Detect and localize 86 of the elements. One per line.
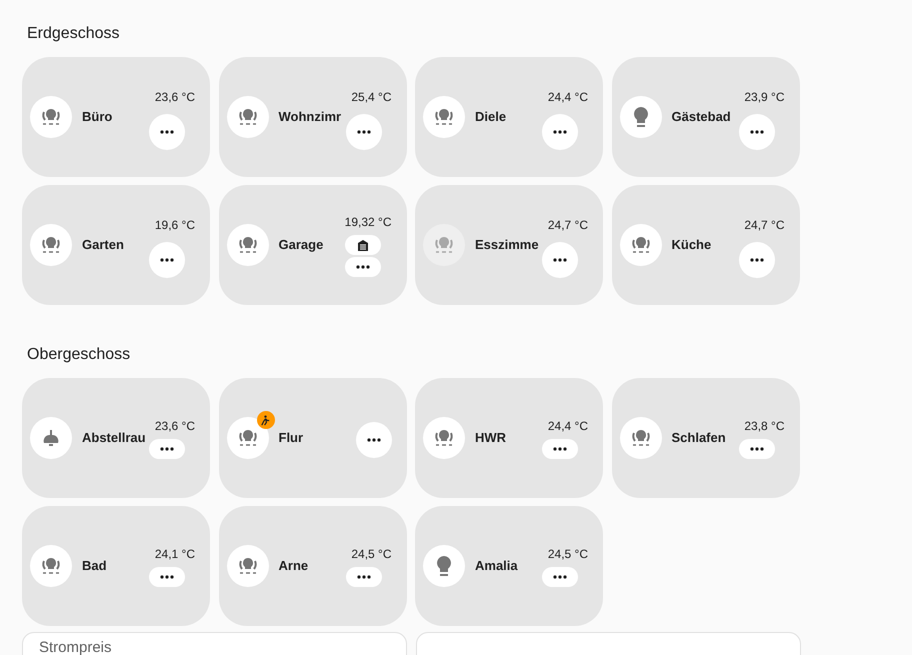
room-card[interactable]: Schlafen 23,8 °C: [612, 378, 800, 498]
more-icon: [553, 130, 567, 134]
room-name: Schlafen: [672, 429, 727, 448]
more-icon: [356, 265, 370, 269]
room-card[interactable]: Diele 24,4 °C: [415, 57, 603, 177]
lightbulb-group-icon: [40, 557, 62, 575]
room-name: Flur: [278, 429, 304, 448]
temperature: 24,1 °C: [154, 546, 195, 563]
room-card[interactable]: Amalia 24,5 °C: [415, 506, 603, 626]
more-icon: [160, 258, 174, 262]
room-card[interactable]: Bad 24,1 °C: [22, 506, 210, 626]
more-icon: [553, 575, 567, 579]
temperature: 24,7 °C: [744, 217, 784, 234]
lightbulb-group-icon: [630, 429, 652, 447]
more-button[interactable]: [149, 439, 185, 459]
room-card[interactable]: Büro 23,6 °C: [22, 57, 210, 177]
temperature: 24,4 °C: [548, 89, 588, 106]
room-card[interactable]: Flur: [218, 378, 406, 498]
lightbulb-icon: [632, 106, 648, 128]
room-name: Garten: [82, 236, 125, 254]
temperature: 25,4 °C: [351, 89, 392, 106]
lightbulb-group-icon: [433, 108, 455, 126]
more-icon: [366, 438, 380, 442]
room-name: Büro: [82, 108, 114, 126]
more-icon: [750, 130, 764, 134]
temperature: 24,4 °C: [548, 418, 588, 435]
room-card[interactable]: Arne 24,5 °C: [218, 506, 406, 626]
more-button[interactable]: [345, 257, 382, 277]
room-name: Abstellrau: [82, 429, 147, 448]
temperature: 23,8 °C: [744, 418, 784, 435]
more-button[interactable]: [542, 439, 578, 459]
room-name: Esszimme: [475, 236, 540, 254]
room-card[interactable]: Küche 24,7 °C: [612, 185, 800, 305]
more-icon: [553, 447, 567, 451]
room-name: Garage: [278, 236, 324, 254]
temperature: 24,5 °C: [548, 546, 588, 563]
room-name: HWR: [475, 429, 508, 448]
more-icon: [553, 258, 567, 262]
lightbulb-group-icon: [433, 236, 455, 254]
garage-button[interactable]: [345, 235, 382, 255]
lightbulb-group-icon: [236, 429, 258, 447]
more-button[interactable]: [738, 439, 774, 459]
room-name: Bad: [82, 557, 108, 576]
more-button[interactable]: [542, 567, 578, 587]
lightbulb-icon: [436, 555, 452, 577]
garage-icon: [357, 239, 370, 251]
temperature: 19,32 °C: [344, 214, 392, 231]
lightbulb-group-icon: [433, 429, 455, 447]
room-card[interactable]: Gästebad 23,9 °C: [612, 57, 800, 177]
section-title: Obergeschoss: [27, 345, 132, 365]
room-card[interactable]: Garage 19,32 °C: [218, 185, 406, 305]
section-title: Erdgeschoss: [27, 24, 120, 44]
ceiling-lamp-icon: [42, 429, 60, 447]
temperature: 24,5 °C: [351, 546, 392, 563]
more-icon: [356, 130, 370, 134]
more-icon: [160, 575, 174, 579]
more-icon: [750, 258, 764, 262]
lightbulb-group-icon: [40, 108, 62, 126]
lightbulb-group-icon: [236, 236, 258, 254]
room-name: Diele: [475, 108, 508, 126]
temperature: 19,6 °C: [154, 217, 195, 234]
room-card[interactable]: HWR 24,4 °C: [415, 378, 603, 498]
room-card[interactable]: Abstellrau 23,6 °C: [22, 378, 210, 498]
room-card[interactable]: Garten 19,6 °C: [22, 185, 210, 305]
card-title: Strompreis: [39, 639, 112, 655]
room-name: Arne: [278, 557, 310, 576]
more-icon: [160, 447, 174, 451]
room-name: Amalia: [475, 557, 519, 576]
more-icon: [356, 575, 370, 579]
more-icon: [750, 447, 764, 451]
temperature: 23,6 °C: [154, 89, 195, 106]
lightbulb-group-icon: [236, 557, 258, 575]
temperature: 24,7 °C: [548, 217, 588, 234]
room-name: Küche: [672, 236, 712, 254]
more-button[interactable]: [149, 567, 185, 587]
lightbulb-group-icon: [40, 236, 62, 254]
lightbulb-group-icon: [630, 236, 652, 254]
more-button[interactable]: [346, 567, 382, 587]
room-name: Gästebad: [672, 108, 732, 126]
more-icon: [160, 130, 174, 134]
temperature: 23,9 °C: [744, 89, 784, 106]
lightbulb-group-icon: [236, 108, 258, 126]
room-name: Wohnzimr: [278, 108, 342, 126]
room-card[interactable]: Wohnzimr 25,4 °C: [218, 57, 406, 177]
walking-person-icon: [260, 414, 271, 426]
temperature: 23,6 °C: [154, 418, 195, 435]
